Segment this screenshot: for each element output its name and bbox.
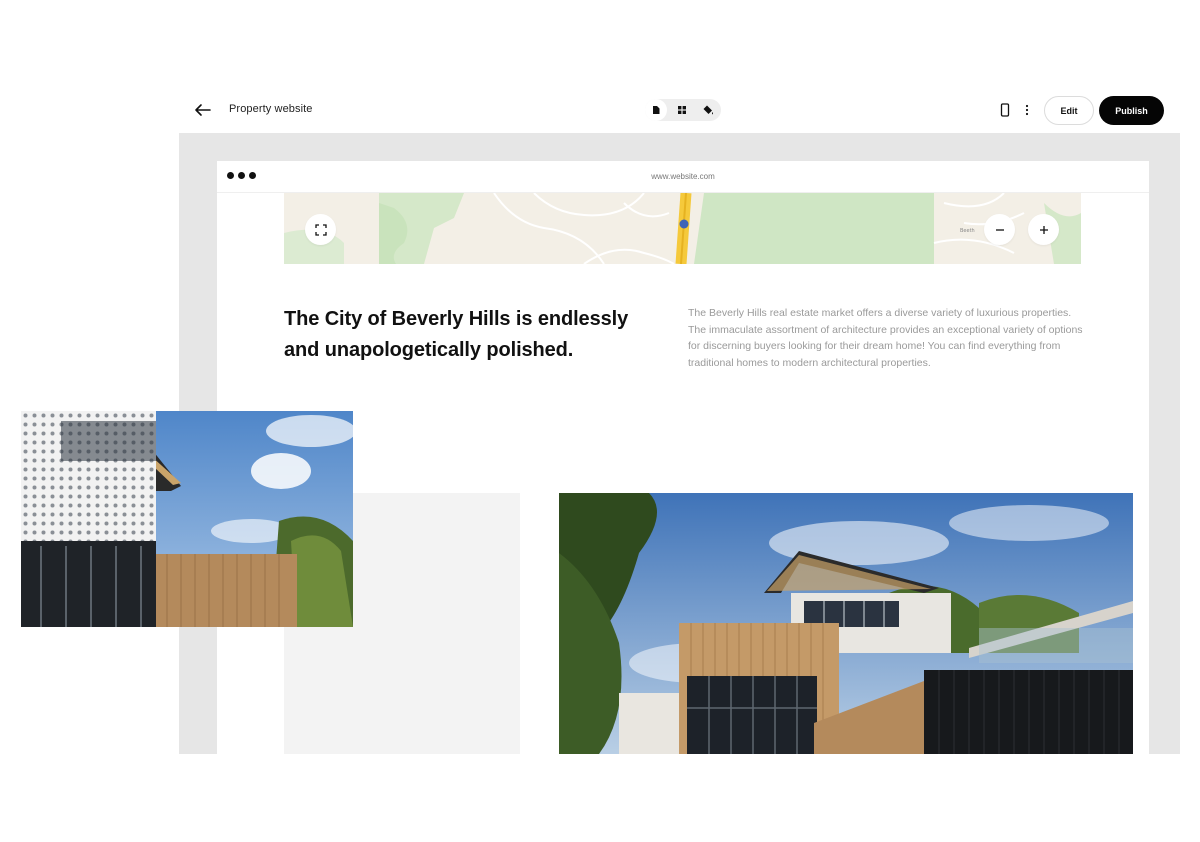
device-preview-button[interactable] [997, 102, 1013, 118]
grid-view-button[interactable] [671, 99, 693, 121]
browser-url: www.website.com [651, 172, 715, 181]
site-name: Property website [229, 103, 313, 115]
map-fullscreen-button[interactable] [305, 214, 336, 245]
svg-text:Beeth: Beeth [960, 228, 975, 234]
grid-icon [678, 106, 686, 114]
publish-button[interactable]: Publish [1099, 96, 1164, 125]
plus-icon [1039, 225, 1048, 234]
page-headline: The City of Beverly Hills is endlessly a… [284, 308, 629, 361]
more-vertical-icon [1025, 104, 1029, 116]
intro-paragraph: The Beverly Hills real estate market off… [688, 307, 1083, 369]
edit-button[interactable]: Edit [1044, 96, 1094, 125]
more-options-button[interactable] [1019, 102, 1035, 118]
expand-icon [314, 223, 327, 236]
arrow-left-icon [195, 104, 211, 116]
minus-icon [995, 228, 1004, 231]
page-icon [653, 106, 660, 114]
back-button[interactable] [193, 100, 213, 120]
editor-toolbar: Property website Edit Publish [179, 87, 1180, 133]
map-zoom-in-button[interactable] [1028, 214, 1059, 245]
map-widget[interactable]: Beeth [284, 193, 1081, 264]
browser-bar: www.website.com [217, 161, 1149, 193]
map-zoom-out-button[interactable] [984, 214, 1015, 245]
mobile-phone-icon [1000, 103, 1010, 117]
map-tiles: Beeth [284, 193, 1081, 264]
view-mode-switch [645, 99, 721, 121]
house-photo-left[interactable] [21, 411, 353, 627]
house-photo-left-image [21, 411, 353, 627]
house-photo-right-image [559, 493, 1133, 754]
style-view-button[interactable] [697, 99, 719, 121]
house-photo-right[interactable] [559, 493, 1133, 754]
page-view-button[interactable] [645, 99, 667, 121]
paint-bucket-icon [703, 105, 713, 115]
